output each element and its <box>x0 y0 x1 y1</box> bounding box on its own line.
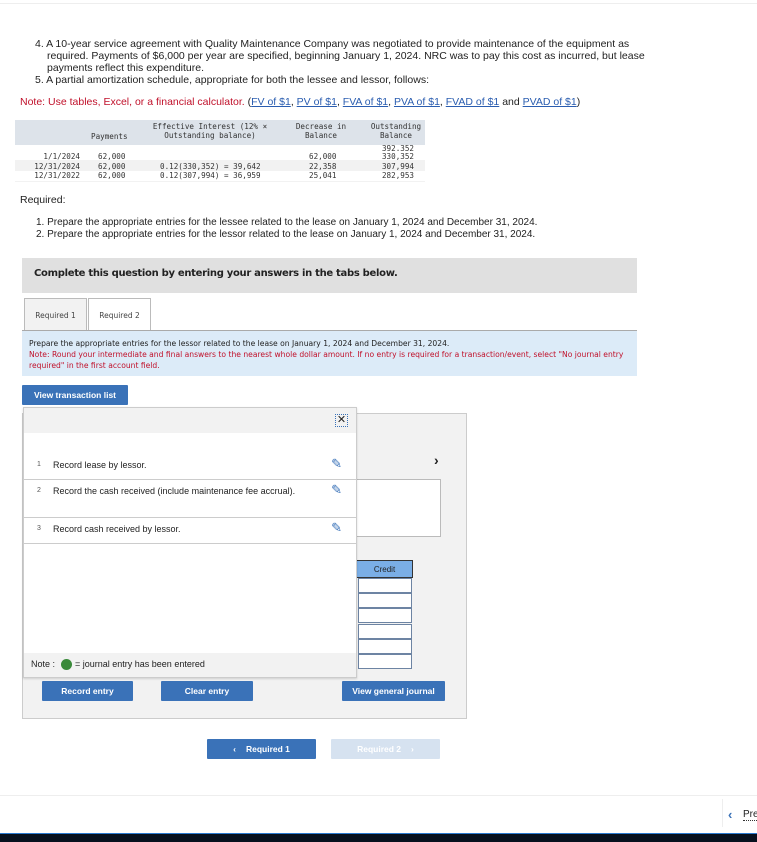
pencil-icon[interactable]: ✎ <box>331 482 342 498</box>
view-general-journal-button[interactable]: View general journal <box>342 681 445 701</box>
prev-label: Required 1 <box>245 744 290 754</box>
credit-input[interactable] <box>358 593 412 608</box>
header-outstanding-balance: Outstanding Balance <box>370 122 422 140</box>
tab-required-2[interactable]: Required 2 <box>88 298 151 332</box>
link-fv[interactable]: FV of $1 <box>251 96 291 108</box>
instructions-note: Note: Round your intermediate and final … <box>29 350 624 370</box>
pencil-icon[interactable]: ✎ <box>331 520 342 536</box>
required-title: Required: <box>20 194 66 206</box>
popup-header <box>24 408 356 433</box>
header-payments: Payments <box>91 132 128 141</box>
transaction-item[interactable]: 1 Record lease by lessor. ✎ <box>24 453 356 480</box>
schedule-rows: 1/1/2024 62,000 62,000 330,352 12/31/2024 62… <box>15 152 425 181</box>
chevron-left-icon: ‹ <box>233 744 236 754</box>
transaction-description-box <box>354 479 441 537</box>
transaction-item[interactable]: 2 Record the cash received (include maint… <box>24 480 356 518</box>
instructions-banner: Complete this question by entering your … <box>22 258 637 293</box>
required-item-2: 2. Prepare the appropriate entries for t… <box>36 229 536 240</box>
prev-link[interactable]: Pre <box>743 809 757 821</box>
link-fvad[interactable]: FVAD of $1 <box>446 96 500 108</box>
banner-text: Complete this question by entering your … <box>34 268 398 279</box>
link-pva[interactable]: PVA of $1 <box>394 96 440 108</box>
question-item-5: 5. A partial amortization schedule, appr… <box>35 74 429 86</box>
link-pvad[interactable]: PVAD of $1 <box>523 96 577 108</box>
credit-input[interactable] <box>358 624 412 639</box>
next-label: Required 2 <box>357 744 402 754</box>
note-text: Note: Use tables, Excel, or a financial … <box>20 96 245 108</box>
link-fva[interactable]: FVA of $1 <box>343 96 388 108</box>
popup-note: Note : = journal entry has been entered <box>24 653 356 677</box>
and-text: and <box>502 96 520 108</box>
chevron-right-icon[interactable]: › <box>434 452 439 468</box>
calculator-note: Note: Use tables, Excel, or a financial … <box>20 96 581 108</box>
next-required-button: Required 2 › <box>331 739 440 759</box>
pencil-icon[interactable]: ✎ <box>331 456 342 472</box>
clear-entry-button[interactable]: Clear entry <box>161 681 253 701</box>
required-item-1: 1. Prepare the appropriate entries for t… <box>36 217 538 228</box>
table-row: 12/31/2024 62,000 0.12(330,352) = 39,642 22… <box>34 161 414 171</box>
required-list: 1. Prepare the appropriate entries for t… <box>36 217 537 241</box>
header-decrease-balance: Decrease in Balance <box>295 122 347 140</box>
green-dot-icon <box>61 659 72 670</box>
credit-input[interactable] <box>358 654 412 669</box>
record-entry-button[interactable]: Record entry <box>42 681 133 701</box>
credit-input[interactable] <box>358 578 412 593</box>
prev-required-button[interactable]: ‹ Required 1 <box>207 739 316 759</box>
close-icon[interactable]: ✕ <box>335 414 348 427</box>
note-prefix: Note : <box>31 659 56 669</box>
header-interest: Effective Interest (12% × Outstanding ba… <box>152 122 268 140</box>
tab-required-1[interactable]: Required 1 <box>24 298 87 331</box>
top-border <box>0 0 757 4</box>
note-suffix: = journal entry has been entered <box>75 659 205 669</box>
chevron-right-icon: › <box>411 744 414 754</box>
transaction-item[interactable]: 3 Record cash received by lessor. ✎ <box>24 518 356 544</box>
link-pv[interactable]: PV of $1 <box>297 96 337 108</box>
credit-input[interactable] <box>358 639 412 654</box>
instructions-panel: Prepare the appropriate entries for the … <box>22 331 637 376</box>
table-row: 1/1/2024 62,000 62,000 330,352 <box>43 152 414 161</box>
credit-input[interactable] <box>358 608 412 623</box>
instructions-text: Prepare the appropriate entries for the … <box>29 339 450 348</box>
view-transaction-list-button[interactable]: View transaction list <box>22 385 128 405</box>
credit-header: Credit <box>356 560 413 578</box>
question-item-4: 4. A 10-year service agreement with Qual… <box>35 38 645 74</box>
table-row: 12/31/2022 62,000 0.12(307,994) = 36,959 25… <box>34 171 414 180</box>
chevron-left-icon: ‹ <box>728 807 733 822</box>
transaction-list-popup: ✕ 1 Record lease by lessor. ✎ 2 Record the … <box>23 407 357 678</box>
